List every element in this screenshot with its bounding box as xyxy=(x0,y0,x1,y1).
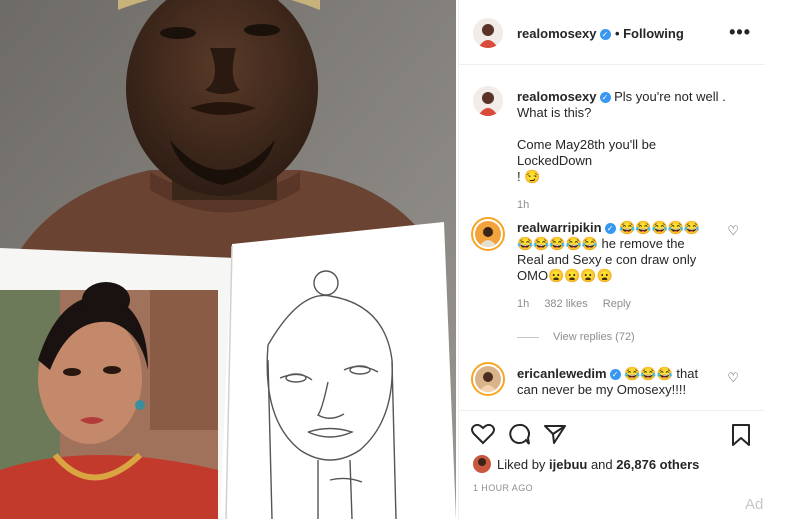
comment-line-4: OMO😦😦😦😦 xyxy=(517,268,613,283)
view-replies-link[interactable]: View replies (72) xyxy=(517,331,635,343)
more-options-icon[interactable]: ••• xyxy=(729,22,751,43)
verified-badge-icon: ✓ xyxy=(609,369,621,380)
post-header: realomosexy ✓ • Following ••• xyxy=(459,0,765,65)
comment-text: realwarripikin ✓ 😂😂😂😂😂 😂😂😂😂😂 he remove th… xyxy=(517,220,727,312)
caption-meta: 1h xyxy=(517,197,727,213)
caption-line-4: ! 😏 xyxy=(517,169,541,184)
post-details-panel: realomosexy ✓ • Following ••• realomosexy… xyxy=(458,0,765,519)
avatar-image xyxy=(475,366,501,392)
liked-by-prefix: Liked by xyxy=(497,456,546,472)
reply-button[interactable]: Reply xyxy=(603,298,631,310)
comment-username[interactable]: ericanlewedim xyxy=(517,366,607,381)
comment-avatar[interactable] xyxy=(471,362,505,396)
avatar-image xyxy=(473,455,491,473)
like-heart-icon[interactable] xyxy=(471,423,495,445)
caption-line-2: What is this? xyxy=(517,105,592,120)
comment-text: ericanlewedim ✓ 😂😂😂 that can never be my … xyxy=(517,366,727,398)
share-send-icon[interactable] xyxy=(543,423,567,445)
verified-badge-icon: ✓ xyxy=(599,29,611,40)
liked-by-others[interactable]: 26,876 others xyxy=(616,457,699,472)
liked-by-and: and xyxy=(590,456,613,472)
comment-like-heart-icon[interactable]: ♡ xyxy=(727,223,739,239)
caption-line-3: Come May28th you'll be LockedDown xyxy=(517,137,657,168)
comment-likes[interactable]: 382 likes xyxy=(544,298,587,310)
caption-avatar[interactable] xyxy=(473,86,503,116)
comment-line-3: Real and Sexy e con draw only xyxy=(517,252,697,267)
comment-line-1: 😂😂😂😂😂 xyxy=(619,220,701,235)
comment-time[interactable]: 1h xyxy=(517,298,529,310)
following-button[interactable]: • Following xyxy=(615,26,684,41)
comment-line-2: 😂😂😂😂😂 he remove the xyxy=(517,236,685,251)
comment-avatar[interactable] xyxy=(471,217,505,251)
caption-line-1: Pls you're not well . xyxy=(614,89,726,104)
avatar-image xyxy=(473,86,503,116)
header-author-line: realomosexy ✓ • Following xyxy=(517,25,684,43)
avatar-image xyxy=(473,18,503,48)
comment-like-heart-icon[interactable]: ♡ xyxy=(727,370,739,386)
post-actions: Liked by ijebuu and 26,876 others 1 HOUR… xyxy=(459,410,765,521)
ad-watermark: Ad xyxy=(745,496,764,513)
author-username[interactable]: realomosexy xyxy=(517,26,597,41)
avatar-image xyxy=(475,221,501,247)
verified-badge-icon: ✓ xyxy=(604,223,616,234)
liked-by-avatar[interactable] xyxy=(473,455,491,473)
comment-line-1: 😂😂😂 that xyxy=(624,366,699,381)
comment-meta: 1h 382 likes Reply xyxy=(517,296,727,312)
post-photo[interactable] xyxy=(0,0,456,519)
comment-line-2: can never be my Omosexy!!!! xyxy=(517,382,687,397)
comment-bubble-icon[interactable] xyxy=(507,423,531,445)
caption-username[interactable]: realomosexy xyxy=(517,89,597,104)
author-avatar[interactable] xyxy=(473,18,503,48)
post-photo-illustration xyxy=(0,0,456,519)
save-bookmark-icon[interactable] xyxy=(731,423,751,447)
caption-time[interactable]: 1h xyxy=(517,199,529,211)
comment-username[interactable]: realwarripikin xyxy=(517,220,602,235)
post-timestamp[interactable]: 1 HOUR AGO xyxy=(473,483,533,493)
liked-by-user[interactable]: ijebuu xyxy=(549,457,587,472)
verified-badge-icon: ✓ xyxy=(599,92,611,103)
liked-by: Liked by ijebuu and 26,876 others xyxy=(473,455,699,473)
caption-text: realomosexy ✓ Pls you're not well . What … xyxy=(517,89,727,213)
